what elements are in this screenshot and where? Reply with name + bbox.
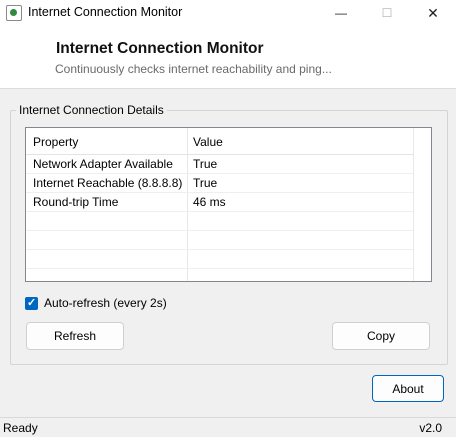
list-header: Property Value (26, 128, 413, 155)
check-icon: ✓ (27, 297, 37, 309)
close-button[interactable]: ✕ (410, 0, 456, 26)
maximize-icon: ☐ (381, 6, 393, 20)
property-cell: Internet Reachable (8.8.8.8) (33, 176, 183, 190)
empty-row (26, 249, 413, 269)
column-divider (413, 128, 414, 281)
details-list[interactable]: Property Value Network Adapter Available… (25, 127, 432, 282)
about-button[interactable]: About (372, 375, 444, 402)
copy-button[interactable]: Copy (332, 322, 430, 350)
close-icon: ✕ (427, 4, 439, 21)
refresh-button-label: Refresh (53, 329, 97, 343)
value-cell: True (193, 157, 218, 171)
property-cell: Round-trip Time (33, 195, 119, 209)
column-header-property[interactable]: Property (33, 135, 78, 149)
minimize-button[interactable]: — (318, 0, 364, 26)
window-title: Internet Connection Monitor (28, 5, 183, 19)
status-bar: Ready v2.0 (0, 417, 456, 437)
table-row[interactable]: Internet Reachable (8.8.8.8) True (26, 173, 413, 193)
refresh-button[interactable]: Refresh (26, 322, 124, 350)
empty-row (26, 211, 413, 231)
table-row[interactable]: Network Adapter Available True (26, 154, 413, 174)
status-text: Ready (3, 421, 38, 435)
empty-row (26, 268, 413, 281)
copy-button-label: Copy (366, 329, 395, 343)
version-label: v2.0 (419, 421, 442, 435)
empty-row (26, 230, 413, 250)
maximize-button[interactable]: ☐ (364, 0, 410, 26)
minimize-icon: — (335, 6, 347, 20)
auto-refresh-checkbox[interactable]: ✓ (25, 297, 38, 310)
title-bar: Internet Connection Monitor — ☐ ✕ (0, 0, 456, 26)
about-button-label: About (392, 381, 424, 396)
page-title: Internet Connection Monitor (56, 40, 264, 57)
property-cell: Network Adapter Available (33, 157, 173, 171)
auto-refresh-label[interactable]: Auto-refresh (every 2s) (44, 296, 167, 310)
details-group-label: Internet Connection Details (16, 103, 167, 117)
app-icon (6, 5, 22, 21)
value-cell: 46 ms (193, 195, 226, 209)
header-banner: Internet Connection Monitor Continuously… (0, 26, 456, 89)
page-subtitle: Continuously checks internet reachabilit… (55, 62, 332, 76)
table-row[interactable]: Round-trip Time 46 ms (26, 192, 413, 212)
value-cell: True (193, 176, 218, 190)
column-header-value[interactable]: Value (193, 135, 223, 149)
